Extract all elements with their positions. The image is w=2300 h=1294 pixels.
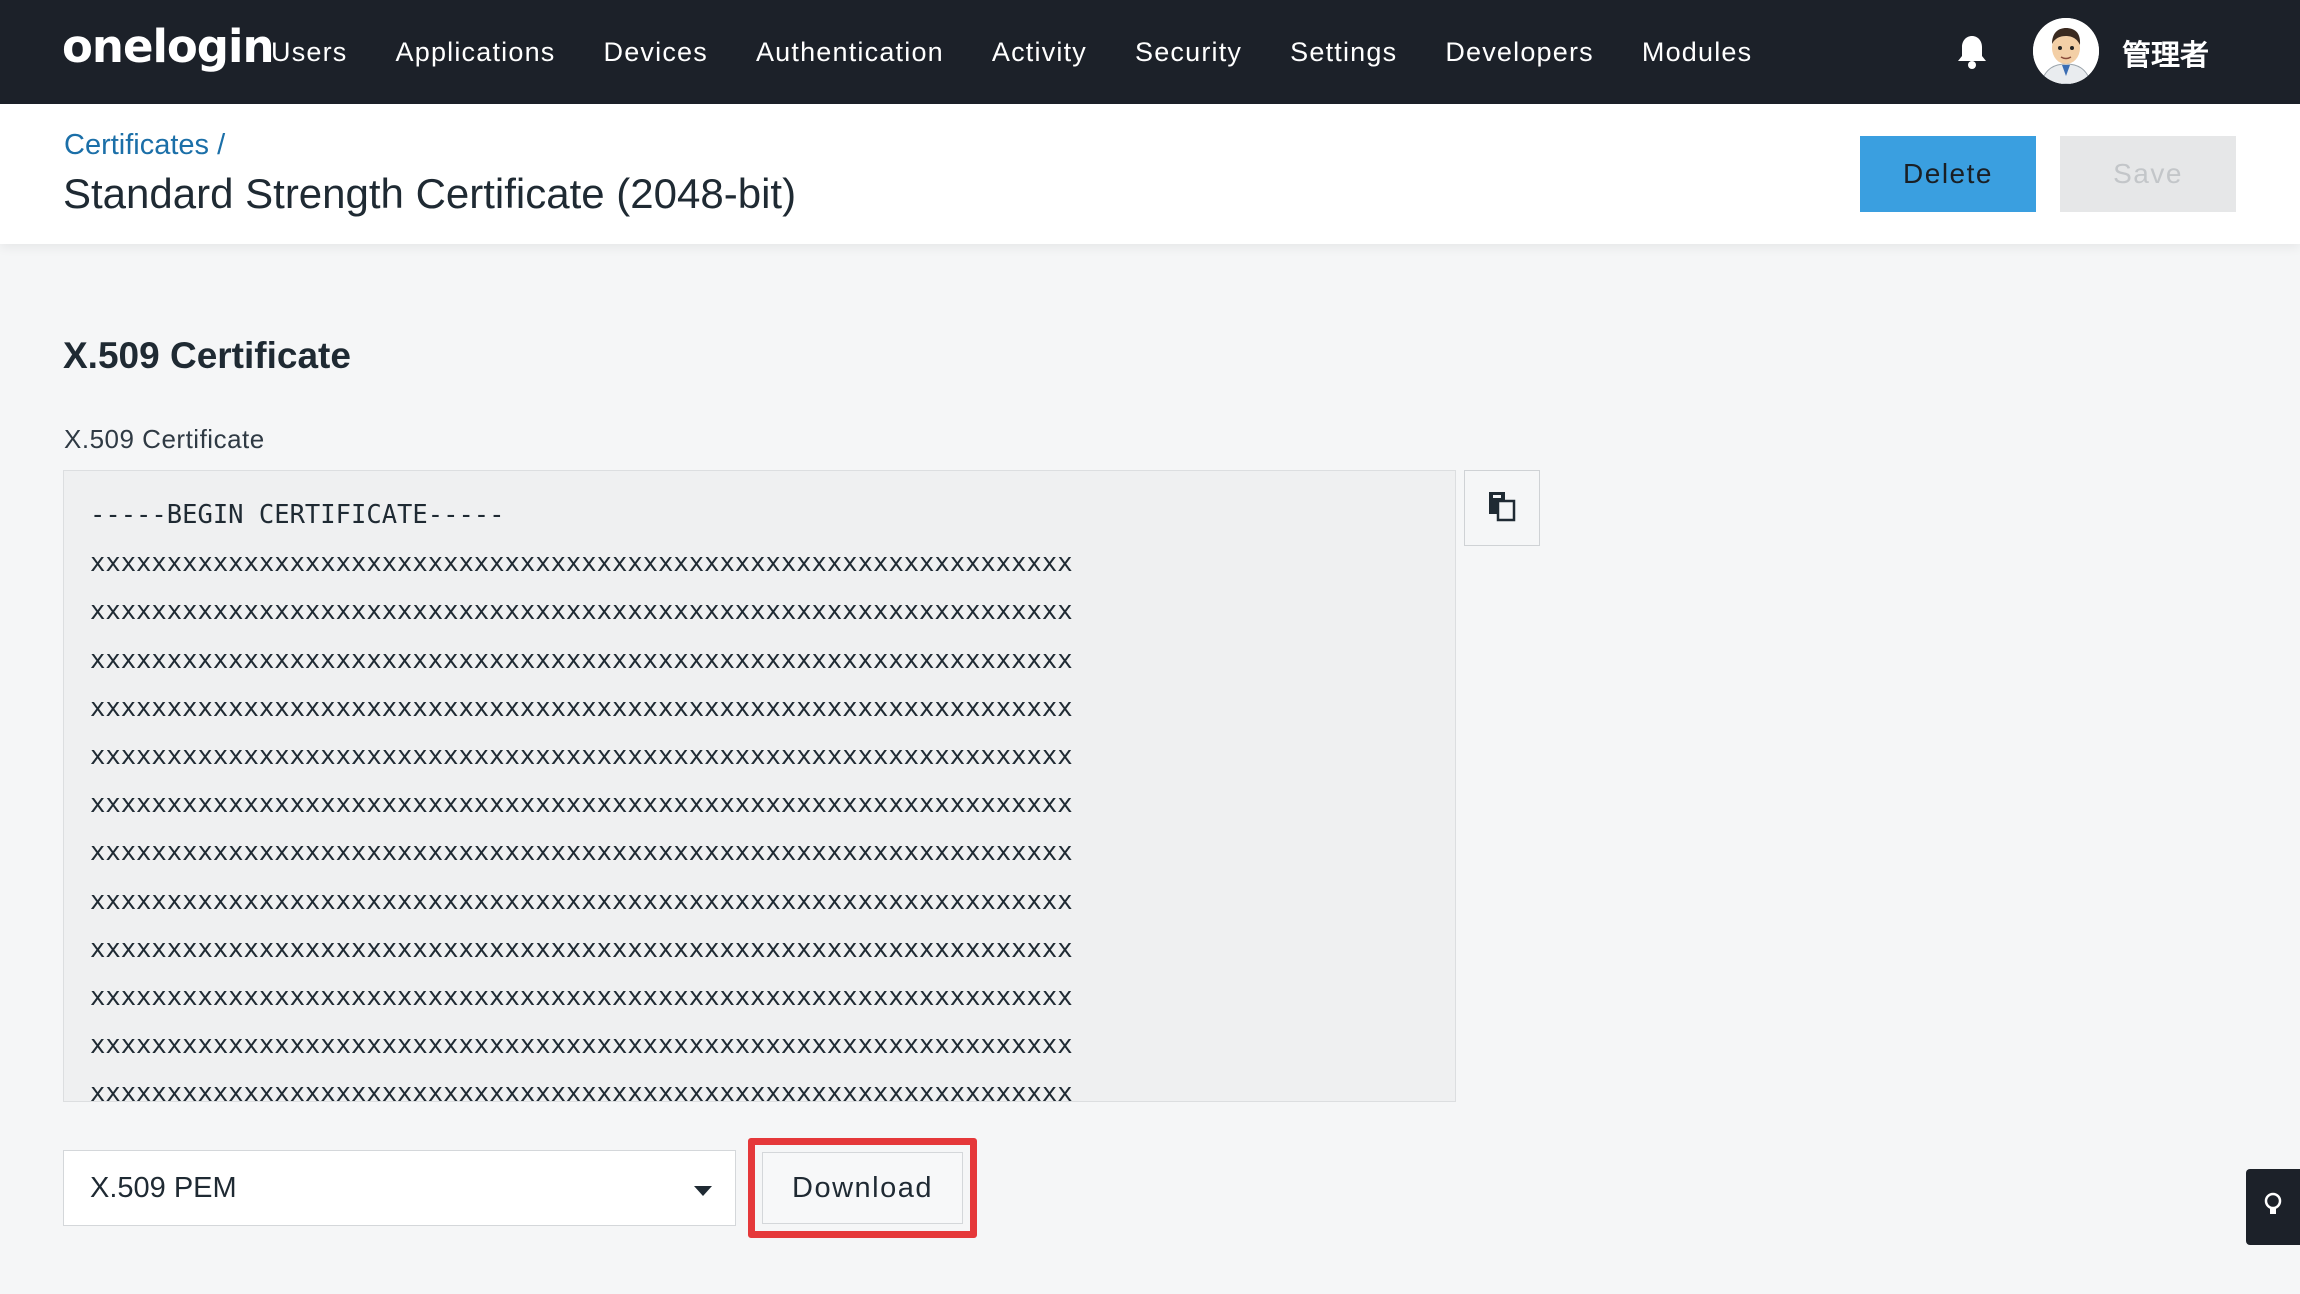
certificate-textarea[interactable]: -----BEGIN CERTIFICATE----- xxxxxxxxxxxxx… — [63, 470, 1456, 1102]
certificate-line: xxxxxxxxxxxxxxxxxxxxxxxxxxxxxxxxxxxxxxxx… — [90, 1078, 1073, 1102]
lightbulb-icon — [2263, 1191, 2283, 1224]
nav-item-settings[interactable]: Settings — [1290, 37, 1397, 68]
certificate-line: xxxxxxxxxxxxxxxxxxxxxxxxxxxxxxxxxxxxxxxx… — [90, 885, 1073, 916]
help-tab[interactable] — [2246, 1169, 2300, 1245]
top-nav: onelogin Users Applications Devices Auth… — [0, 0, 2300, 104]
breadcrumb-certificates[interactable]: Certificates / — [64, 129, 225, 162]
certificate-line: xxxxxxxxxxxxxxxxxxxxxxxxxxxxxxxxxxxxxxxx… — [90, 837, 1073, 868]
nav-item-security[interactable]: Security — [1135, 37, 1242, 68]
bell-icon[interactable] — [1956, 34, 1988, 70]
certificate-field-label: X.509 Certificate — [64, 424, 265, 454]
delete-button[interactable]: Delete — [1860, 136, 2036, 212]
download-button[interactable]: Download — [762, 1152, 963, 1224]
nav-item-developers[interactable]: Developers — [1445, 37, 1594, 68]
nav-menu: Users Applications Devices Authenticatio… — [271, 0, 1800, 104]
certificate-line: xxxxxxxxxxxxxxxxxxxxxxxxxxxxxxxxxxxxxxxx… — [90, 982, 1073, 1013]
page-header: Certificates / Standard Strength Certifi… — [0, 104, 2300, 244]
nav-item-modules[interactable]: Modules — [1642, 37, 1752, 68]
certificate-line: -----BEGIN CERTIFICATE----- — [90, 500, 505, 530]
nav-item-authentication[interactable]: Authentication — [756, 37, 944, 68]
nav-item-devices[interactable]: Devices — [604, 37, 708, 68]
nav-item-users[interactable]: Users — [271, 37, 348, 68]
certificate-line: xxxxxxxxxxxxxxxxxxxxxxxxxxxxxxxxxxxxxxxx… — [90, 789, 1073, 820]
save-button[interactable]: Save — [2060, 136, 2236, 212]
copy-button[interactable] — [1464, 470, 1540, 546]
copy-icon — [1487, 490, 1517, 527]
certificate-line: xxxxxxxxxxxxxxxxxxxxxxxxxxxxxxxxxxxxxxxx… — [90, 548, 1073, 579]
chevron-down-icon — [694, 1186, 712, 1196]
certificate-line: xxxxxxxxxxxxxxxxxxxxxxxxxxxxxxxxxxxxxxxx… — [90, 692, 1073, 723]
user-avatar[interactable] — [2033, 18, 2099, 84]
section-title: X.509 Certificate — [63, 335, 351, 376]
certificate-line: xxxxxxxxxxxxxxxxxxxxxxxxxxxxxxxxxxxxxxxx… — [90, 644, 1073, 675]
certificate-content: -----BEGIN CERTIFICATE----- xxxxxxxxxxxxx… — [90, 491, 1073, 1102]
certificate-line: xxxxxxxxxxxxxxxxxxxxxxxxxxxxxxxxxxxxxxxx… — [90, 933, 1073, 964]
certificate-line: xxxxxxxxxxxxxxxxxxxxxxxxxxxxxxxxxxxxxxxx… — [90, 596, 1073, 627]
certificate-line: xxxxxxxxxxxxxxxxxxxxxxxxxxxxxxxxxxxxxxxx… — [90, 741, 1073, 772]
nav-item-activity[interactable]: Activity — [992, 37, 1087, 68]
page-title: Standard Strength Certificate (2048-bit) — [63, 170, 797, 217]
username[interactable]: 管理者 — [2122, 32, 2209, 74]
format-select-value: X.509 PEM — [90, 1172, 237, 1204]
nav-item-applications[interactable]: Applications — [396, 37, 556, 68]
certificate-line: xxxxxxxxxxxxxxxxxxxxxxxxxxxxxxxxxxxxxxxx… — [90, 1030, 1073, 1061]
format-select[interactable]: X.509 PEM — [63, 1150, 736, 1226]
onelogin-logo[interactable]: onelogin — [62, 20, 274, 73]
